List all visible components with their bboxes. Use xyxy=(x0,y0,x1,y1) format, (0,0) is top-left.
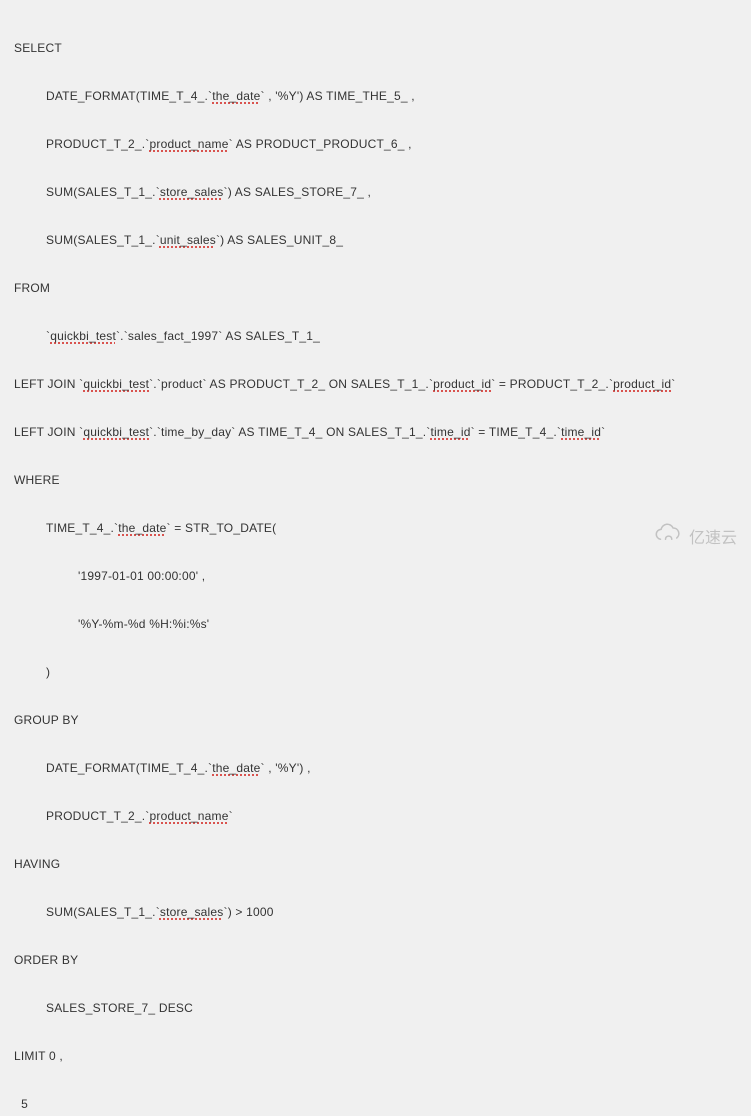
text: `.`product` AS PRODUCT_T_2_ ON SALES_T_1… xyxy=(149,377,433,391)
text: SUM(SALES_T_1_.` xyxy=(46,185,160,199)
text: `) > 1000 xyxy=(224,905,274,919)
text: SUM(SALES_T_1_.` xyxy=(46,233,160,247)
text: LEFT JOIN ` xyxy=(14,425,83,439)
identifier: the_date xyxy=(118,521,166,535)
identifier: quickbi_test xyxy=(83,377,149,391)
text: DATE_FORMAT(TIME_T_4_.` xyxy=(46,761,212,775)
identifier: product_name xyxy=(150,137,229,151)
identifier: product_id xyxy=(613,377,671,391)
groupby-2: PRODUCT_T_2_.`product_name` xyxy=(14,804,737,828)
limit-value: 5 xyxy=(14,1092,737,1116)
having-clause: SUM(SALES_T_1_.`store_sales`) > 1000 xyxy=(14,900,737,924)
identifier: time_id xyxy=(430,425,470,439)
text: ` xyxy=(229,809,233,823)
groupby-1: DATE_FORMAT(TIME_T_4_.`the_date` , '%Y')… xyxy=(14,756,737,780)
kw-groupby: GROUP BY xyxy=(14,708,737,732)
text: `.`time_by_day` AS TIME_T_4_ ON SALES_T_… xyxy=(149,425,430,439)
text: `.`sales_fact_1997` AS SALES_T_1_ xyxy=(116,329,320,343)
join-2: LEFT JOIN `quickbi_test`.`time_by_day` A… xyxy=(14,420,737,444)
identifier: quickbi_test xyxy=(50,329,116,343)
where-arg-2: '%Y-%m-%d %H:%i:%s' xyxy=(14,612,737,636)
select-col-3: SUM(SALES_T_1_.`store_sales`) AS SALES_S… xyxy=(14,180,737,204)
select-col-2: PRODUCT_T_2_.`product_name` AS PRODUCT_P… xyxy=(14,132,737,156)
identifier: unit_sales xyxy=(160,233,216,247)
identifier: store_sales xyxy=(160,905,224,919)
text: ` , '%Y') AS TIME_THE_5_ , xyxy=(261,89,415,103)
text: PRODUCT_T_2_.` xyxy=(46,809,150,823)
text: ` xyxy=(601,425,605,439)
text: ` AS PRODUCT_PRODUCT_6_ , xyxy=(229,137,412,151)
text: `) AS SALES_STORE_7_ , xyxy=(224,185,372,199)
kw-where: WHERE xyxy=(14,468,737,492)
kw-having: HAVING xyxy=(14,852,737,876)
watermark-text: 亿速云 xyxy=(689,524,737,548)
sql-code-block: SELECT DATE_FORMAT(TIME_T_4_.`the_date` … xyxy=(0,0,751,1116)
text: ` = TIME_T_4_.` xyxy=(471,425,561,439)
text: `) AS SALES_UNIT_8_ xyxy=(216,233,343,247)
select-col-1: DATE_FORMAT(TIME_T_4_.`the_date` , '%Y')… xyxy=(14,84,737,108)
where-arg-1: '1997-01-01 00:00:00' , xyxy=(14,564,737,588)
identifier: product_id xyxy=(433,377,491,391)
text: ` xyxy=(671,377,675,391)
text: ` = STR_TO_DATE( xyxy=(167,521,277,535)
identifier: the_date xyxy=(212,761,260,775)
kw-from: FROM xyxy=(14,276,737,300)
kw-orderby: ORDER BY xyxy=(14,948,737,972)
text: DATE_FORMAT(TIME_T_4_.` xyxy=(46,89,212,103)
select-col-4: SUM(SALES_T_1_.`unit_sales`) AS SALES_UN… xyxy=(14,228,737,252)
from-table: `quickbi_test`.`sales_fact_1997` AS SALE… xyxy=(14,324,737,348)
where-clause: TIME_T_4_.`the_date` = STR_TO_DATE( xyxy=(14,516,737,540)
text: ` , '%Y') , xyxy=(261,761,311,775)
identifier: the_date xyxy=(212,89,260,103)
text: LEFT JOIN ` xyxy=(14,377,83,391)
watermark: 亿速云 xyxy=(653,523,737,548)
kw-select: SELECT xyxy=(14,36,737,60)
identifier: store_sales xyxy=(160,185,224,199)
text: TIME_T_4_.` xyxy=(46,521,118,535)
kw-limit: LIMIT 0 , xyxy=(14,1044,737,1068)
identifier: quickbi_test xyxy=(83,425,149,439)
identifier: product_name xyxy=(150,809,229,823)
text: SUM(SALES_T_1_.` xyxy=(46,905,160,919)
text: ` = PRODUCT_T_2_.` xyxy=(491,377,613,391)
where-close-paren: ) xyxy=(14,660,737,684)
identifier: time_id xyxy=(561,425,601,439)
join-1: LEFT JOIN `quickbi_test`.`product` AS PR… xyxy=(14,372,737,396)
cloud-icon xyxy=(653,523,683,548)
orderby-clause: SALES_STORE_7_ DESC xyxy=(14,996,737,1020)
text: PRODUCT_T_2_.` xyxy=(46,137,150,151)
